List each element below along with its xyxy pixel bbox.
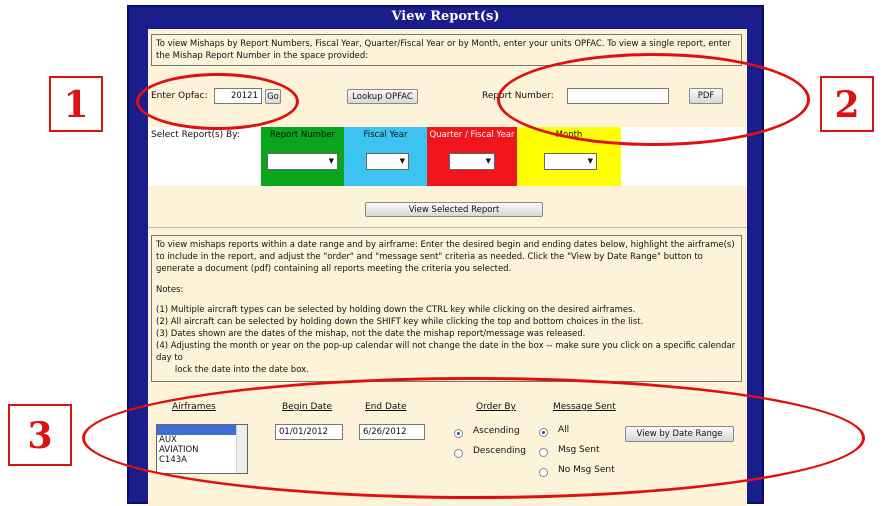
- callout-1: 1: [49, 76, 103, 132]
- chevron-down-icon: ▼: [328, 157, 334, 165]
- note-3: (3) Dates shown are the dates of the mis…: [156, 329, 586, 339]
- report-number-filter: Report Number ▼: [261, 127, 344, 186]
- window-title: View Report(s): [391, 9, 500, 24]
- lookup-opfac-button[interactable]: Lookup OPFAC: [347, 89, 418, 104]
- callout-2: 2: [820, 76, 874, 132]
- highlight-ellipse-3: [82, 377, 865, 499]
- chevron-down-icon: ▼: [485, 157, 491, 165]
- fiscal-year-select[interactable]: ▼: [366, 153, 409, 170]
- chevron-down-icon: ▼: [399, 157, 405, 165]
- highlight-ellipse-1: [136, 73, 299, 130]
- note-4: (4) Adjusting the month or year on the p…: [156, 341, 736, 363]
- report-number-select[interactable]: ▼: [267, 153, 338, 170]
- quarter-fiscal-year-filter-label: Quarter / Fiscal Year: [429, 130, 515, 140]
- note-2: (2) All aircraft can be selected by hold…: [156, 317, 644, 327]
- chevron-down-icon: ▼: [587, 157, 593, 165]
- quarter-fiscal-year-filter: Quarter / Fiscal Year ▼: [427, 127, 517, 186]
- report-number-filter-label: Report Number: [269, 130, 336, 140]
- fiscal-year-filter-label: Fiscal Year: [363, 130, 408, 140]
- date-range-intro: To view mishaps reports within a date ra…: [156, 240, 735, 274]
- date-range-instructions: To view mishaps reports within a date ra…: [151, 235, 742, 382]
- fiscal-year-filter: Fiscal Year ▼: [344, 127, 427, 186]
- quarter-fiscal-year-select[interactable]: ▼: [449, 153, 495, 170]
- callout-3: 3: [8, 404, 72, 466]
- note-1: (1) Multiple aircraft types can be selec…: [156, 305, 636, 315]
- view-selected-report-button[interactable]: View Selected Report: [365, 202, 543, 217]
- select-by-label: Select Report(s) By:: [151, 130, 240, 140]
- month-select[interactable]: ▼: [544, 153, 597, 170]
- divider: [148, 227, 747, 228]
- note-4-cont: lock the date into the date box.: [156, 365, 309, 375]
- highlight-ellipse-2: [497, 53, 810, 146]
- notes-label: Notes:: [156, 285, 184, 295]
